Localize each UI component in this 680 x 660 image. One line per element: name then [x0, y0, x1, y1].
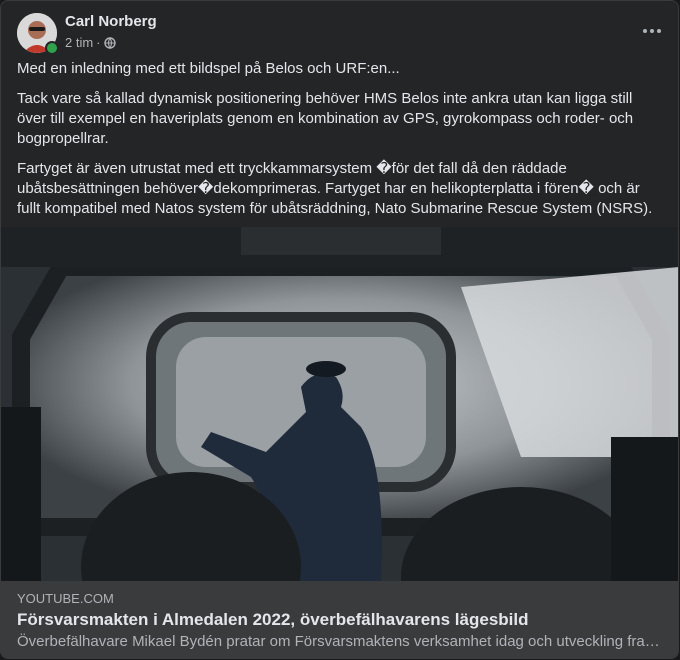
post-card: Carl Norberg 2 tim · Med en inledning me…: [0, 0, 679, 659]
author-name[interactable]: Carl Norberg: [65, 13, 157, 30]
post-paragraph: Fartyget är även utrustat med ett tryckk…: [17, 160, 653, 217]
post-paragraph: Tack vare så kallad dynamisk positioneri…: [17, 90, 634, 147]
thumbnail-illustration: [1, 227, 678, 581]
post-time[interactable]: 2 tim: [65, 35, 93, 50]
globe-icon: [103, 36, 116, 49]
post-paragraph: Med en inledning med ett bildspel på Bel…: [17, 60, 400, 77]
link-title[interactable]: Försvarsmakten i Almedalen 2022, överbef…: [17, 610, 529, 630]
link-description: Överbefälhavare Mikael Bydén pratar om F…: [17, 633, 664, 650]
post-text: Med en inledning med ett bildspel på Bel…: [17, 59, 662, 229]
post-header: Carl Norberg 2 tim ·: [17, 13, 662, 55]
link-thumbnail-image[interactable]: [1, 227, 678, 581]
meta-separator: ·: [96, 35, 101, 50]
post-meta: 2 tim ·: [65, 35, 116, 50]
link-domain: YOUTUBE.COM: [17, 591, 114, 606]
more-options-button[interactable]: [634, 13, 670, 49]
more-horizontal-icon: [643, 29, 661, 33]
link-preview[interactable]: YOUTUBE.COM Försvarsmakten i Almedalen 2…: [1, 581, 678, 658]
online-status-dot: [45, 41, 59, 55]
